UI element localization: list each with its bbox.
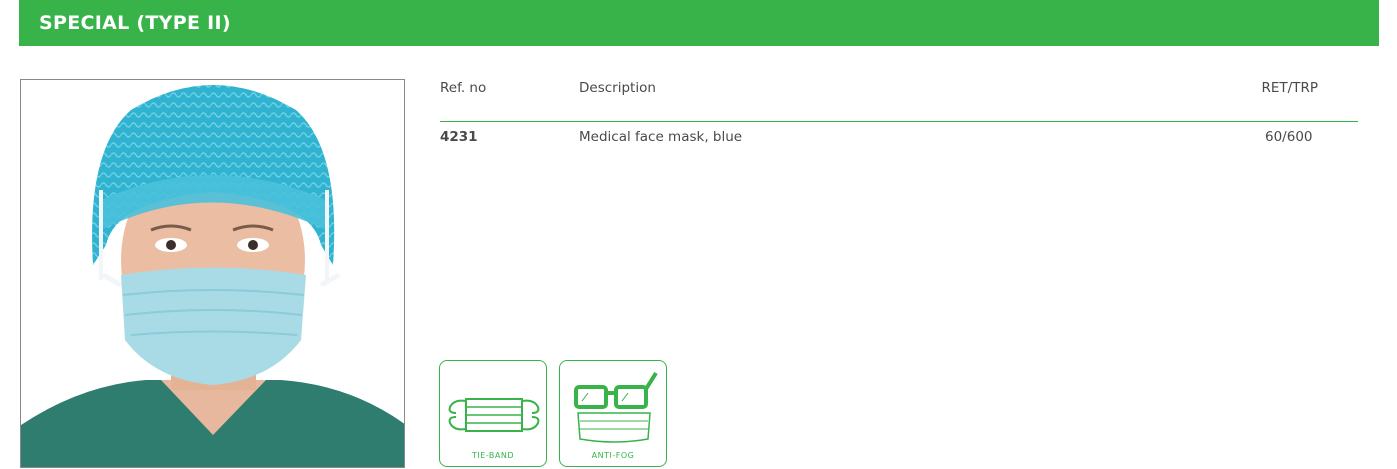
column-description: Description — [579, 80, 656, 96]
feature-badge-anti-fog: ANTI-FOG — [559, 360, 667, 467]
feature-label-anti-fog: ANTI-FOG — [591, 451, 635, 460]
feature-label-tie-band: TIE-BAND — [471, 451, 514, 460]
feature-badge-tie-band: TIE-BAND — [439, 360, 547, 467]
row-description: Medical face mask, blue — [579, 129, 743, 145]
section-banner: SPECIAL (TYPE II) — [19, 0, 1379, 46]
table-row: 4231 Medical face mask, blue 60/600 — [440, 129, 1358, 147]
column-ret-trp: RET/TRP — [1261, 80, 1318, 96]
section-title: SPECIAL (TYPE II) — [39, 12, 231, 34]
column-ref-no: Ref. no — [440, 80, 487, 96]
table-divider — [440, 121, 1358, 122]
product-photo — [20, 79, 405, 468]
row-ret-trp: 60/600 — [1265, 129, 1313, 145]
table-header: Ref. no Description RET/TRP — [440, 80, 1358, 98]
row-ref-no: 4231 — [440, 129, 478, 145]
